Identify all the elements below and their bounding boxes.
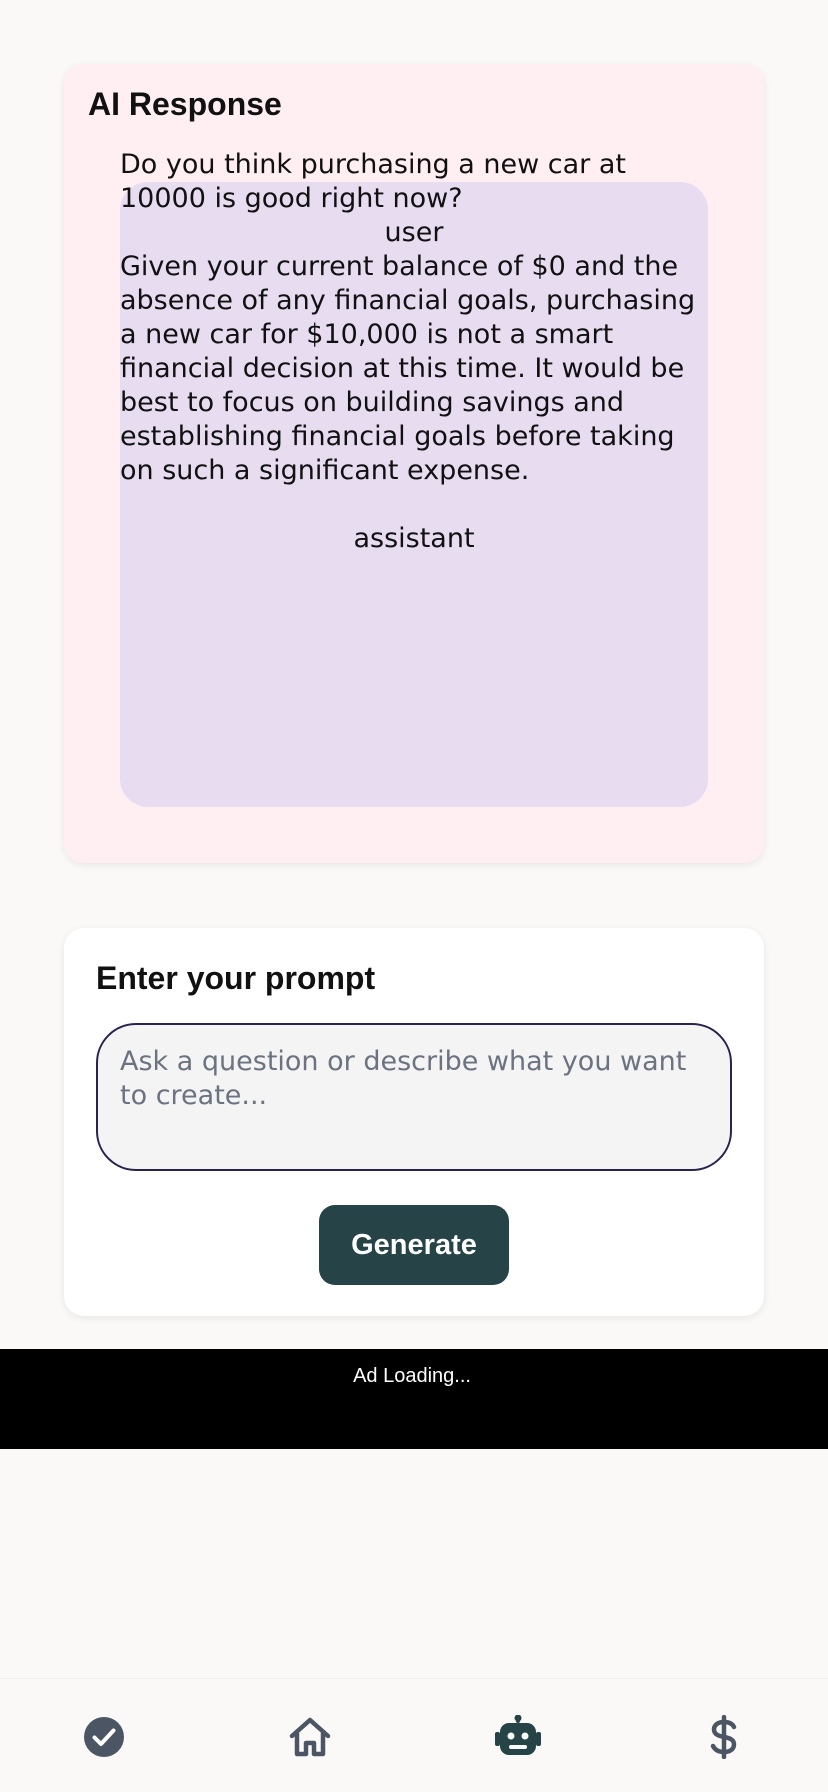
- nav-item-tasks[interactable]: [76, 1709, 132, 1765]
- nav-item-finance[interactable]: [696, 1709, 752, 1765]
- ad-loading-text: Ad Loading...: [353, 1365, 471, 1387]
- nav-item-home[interactable]: [282, 1709, 338, 1765]
- user-role-label: user: [384, 217, 444, 248]
- assistant-role-label: assistant: [353, 523, 475, 554]
- ai-response-card: AI Response Do you think purchasing a ne…: [64, 64, 764, 863]
- home-icon: [288, 1715, 332, 1759]
- chat-messages: Do you think purchasing a new car at 100…: [120, 148, 720, 556]
- prompt-card: Enter your prompt Generate: [64, 928, 764, 1316]
- prompt-title: Enter your prompt: [96, 960, 376, 996]
- ad-banner[interactable]: Ad Loading...: [0, 1349, 828, 1449]
- generate-button[interactable]: Generate: [319, 1205, 509, 1285]
- check-circle-icon: [82, 1715, 126, 1759]
- assistant-message-text: Given your current balance of $0 and the…: [120, 251, 696, 486]
- nav-item-ai-assistant[interactable]: [490, 1709, 546, 1765]
- bottom-nav: [0, 1678, 828, 1792]
- user-message-text: Do you think purchasing a new car at 100…: [120, 149, 626, 214]
- page: AI Response Do you think purchasing a ne…: [0, 0, 828, 1792]
- dollar-icon: [707, 1715, 741, 1759]
- robot-icon: [494, 1715, 542, 1759]
- prompt-input[interactable]: [96, 1023, 732, 1171]
- ai-response-title: AI Response: [88, 86, 282, 122]
